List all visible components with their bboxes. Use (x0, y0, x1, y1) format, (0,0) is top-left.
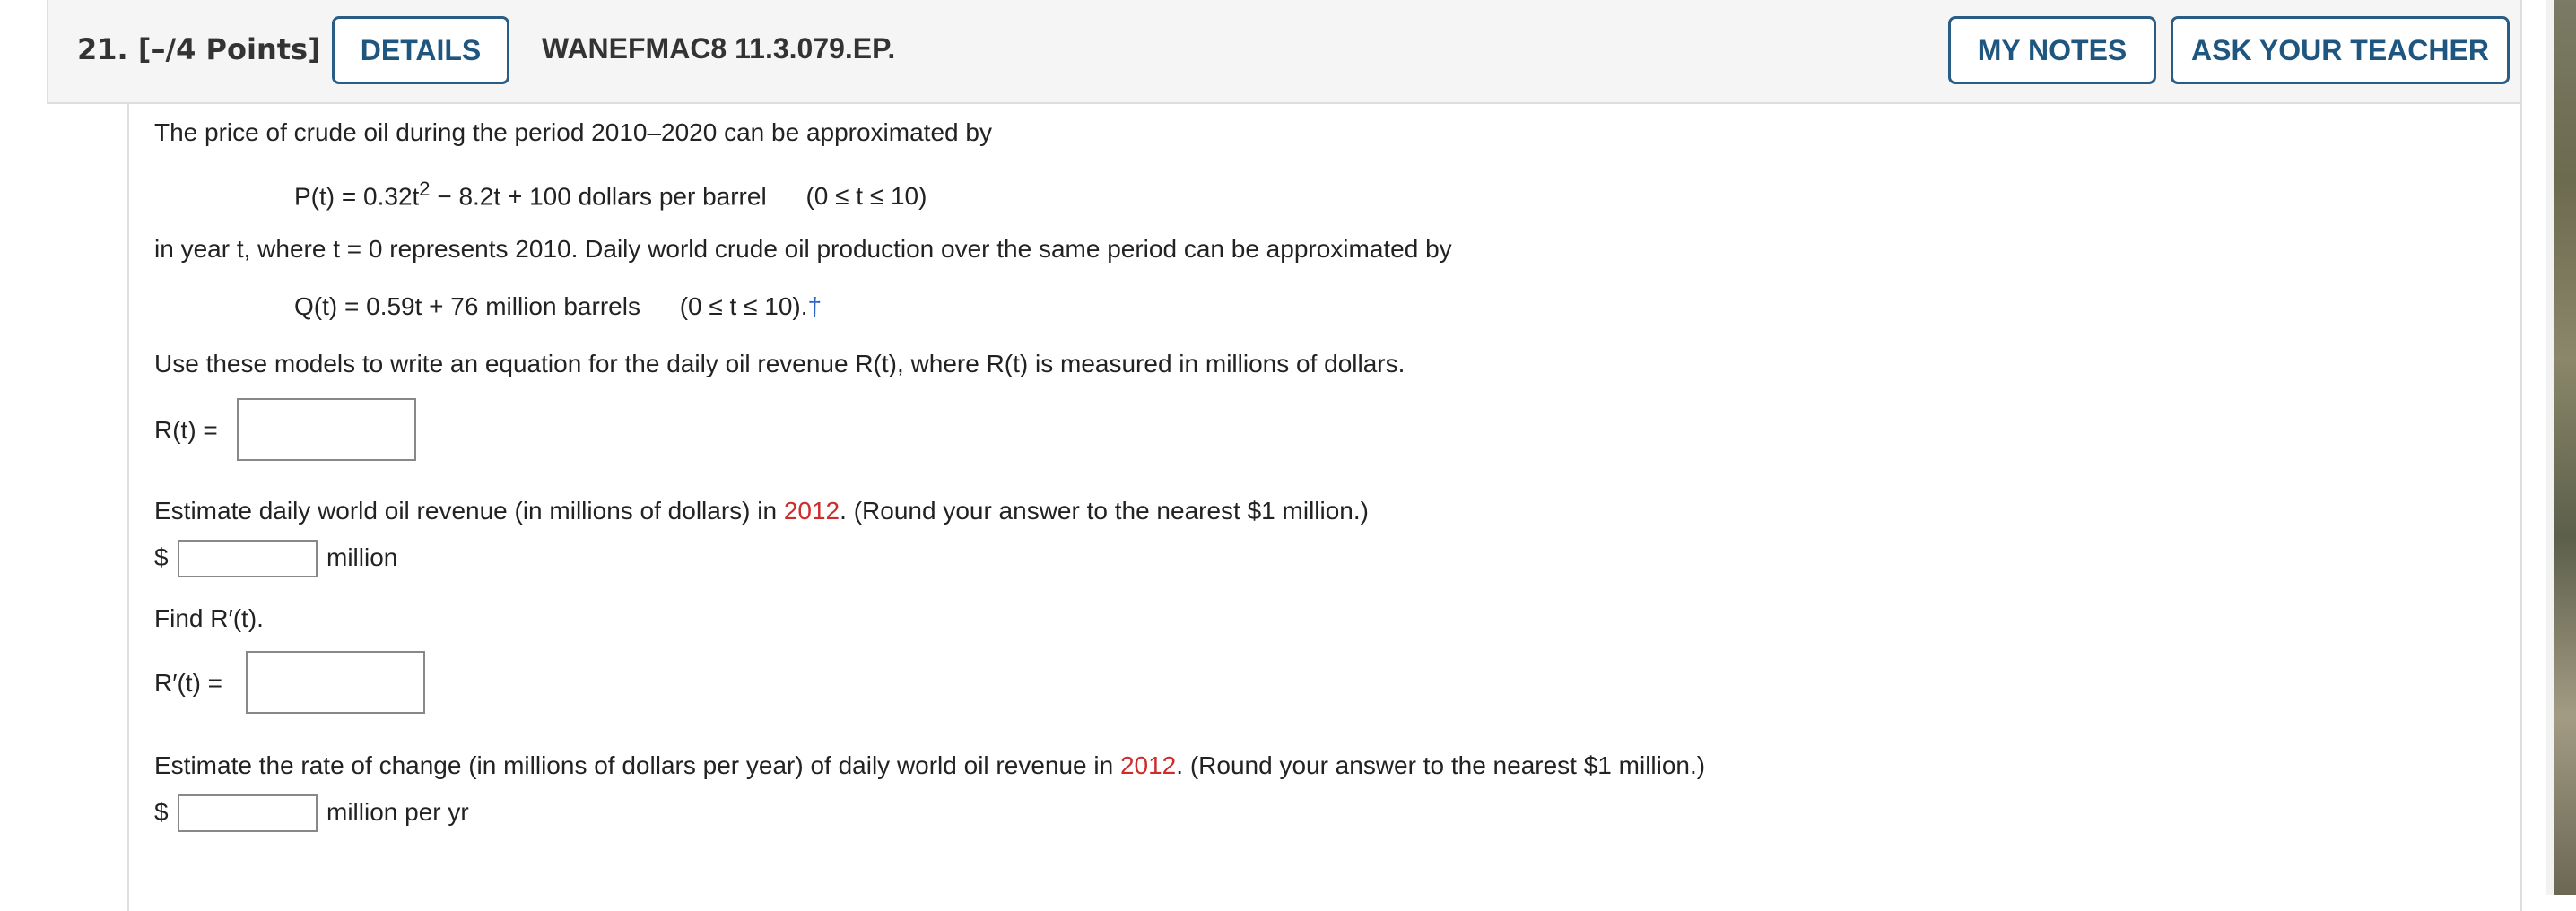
rate-2012-input[interactable] (178, 794, 318, 832)
estimate-revenue-suffix: . (Round your answer to the nearest $1 m… (840, 497, 1369, 525)
year-highlight-2: 2012 (1119, 751, 1177, 779)
assignment-code: WANEFMAC8 11.3.079.EP. (542, 32, 896, 65)
equation-q-body: Q(t) = 0.59t + 76 million barrels (294, 292, 640, 320)
estimate-revenue-prefix: Estimate daily world oil revenue (in mil… (154, 497, 784, 525)
question-header: 21. [–/4 Points] DETAILS WANEFMAC8 11.3.… (47, 0, 2522, 104)
equation-p-rhs-a: = 0.32t (341, 182, 420, 211)
equation-q: Q(t) = 0.59t + 76 million barrels (0 ≤ t… (294, 292, 822, 321)
equation-p: P(t) = 0.32t2 − 8.2t + 100 dollars per b… (294, 178, 927, 211)
revenue-2012-input[interactable] (178, 540, 318, 577)
background-photo-strip (2554, 0, 2576, 895)
dollar-sign-1: $ (154, 543, 169, 571)
estimate-revenue-question: Estimate daily world oil revenue (in mil… (154, 497, 1369, 525)
problem-intro: The price of crude oil during the period… (154, 118, 992, 146)
equation-p-lhs: P(t) (294, 182, 335, 211)
estimate-rate-prefix: Estimate the rate of change (in millions… (154, 751, 1120, 779)
r-input[interactable] (237, 398, 416, 461)
my-notes-button[interactable]: MY NOTES (1948, 16, 2156, 84)
instruction-text: Use these models to write an equation fo… (154, 350, 1405, 377)
estimate-rate-question: Estimate the rate of change (in millions… (154, 751, 1705, 780)
find-rprime-text: Find R′(t). (154, 604, 264, 632)
problem-mid-text: in year t, where t = 0 represents 2010. … (154, 235, 1452, 263)
equation-p-domain: (0 ≤ t ≤ 10) (805, 182, 927, 211)
question-points-label: 21. [–/4 Points] (77, 32, 321, 66)
details-button[interactable]: DETAILS (332, 16, 509, 84)
r-label: R(t) = (154, 416, 218, 444)
rprime-label: R′(t) = (154, 669, 223, 697)
equation-q-domain: (0 ≤ t ≤ 10). (679, 292, 808, 320)
million-per-yr-unit: million per yr (326, 798, 469, 826)
equation-p-exponent: 2 (419, 178, 431, 200)
equation-p-rhs-b: − 8.2t + 100 dollars per barrel (430, 182, 767, 211)
window-edge (2546, 0, 2554, 895)
dagger-footnote-link[interactable]: † (808, 292, 822, 320)
estimate-rate-suffix: . (Round your answer to the nearest $1 m… (1176, 751, 1706, 779)
million-unit: million (326, 543, 398, 571)
year-highlight-1: 2012 (783, 497, 840, 525)
ask-your-teacher-button[interactable]: ASK YOUR TEACHER (2171, 16, 2510, 84)
dollar-sign-2: $ (154, 798, 169, 826)
rprime-input[interactable] (246, 651, 425, 714)
